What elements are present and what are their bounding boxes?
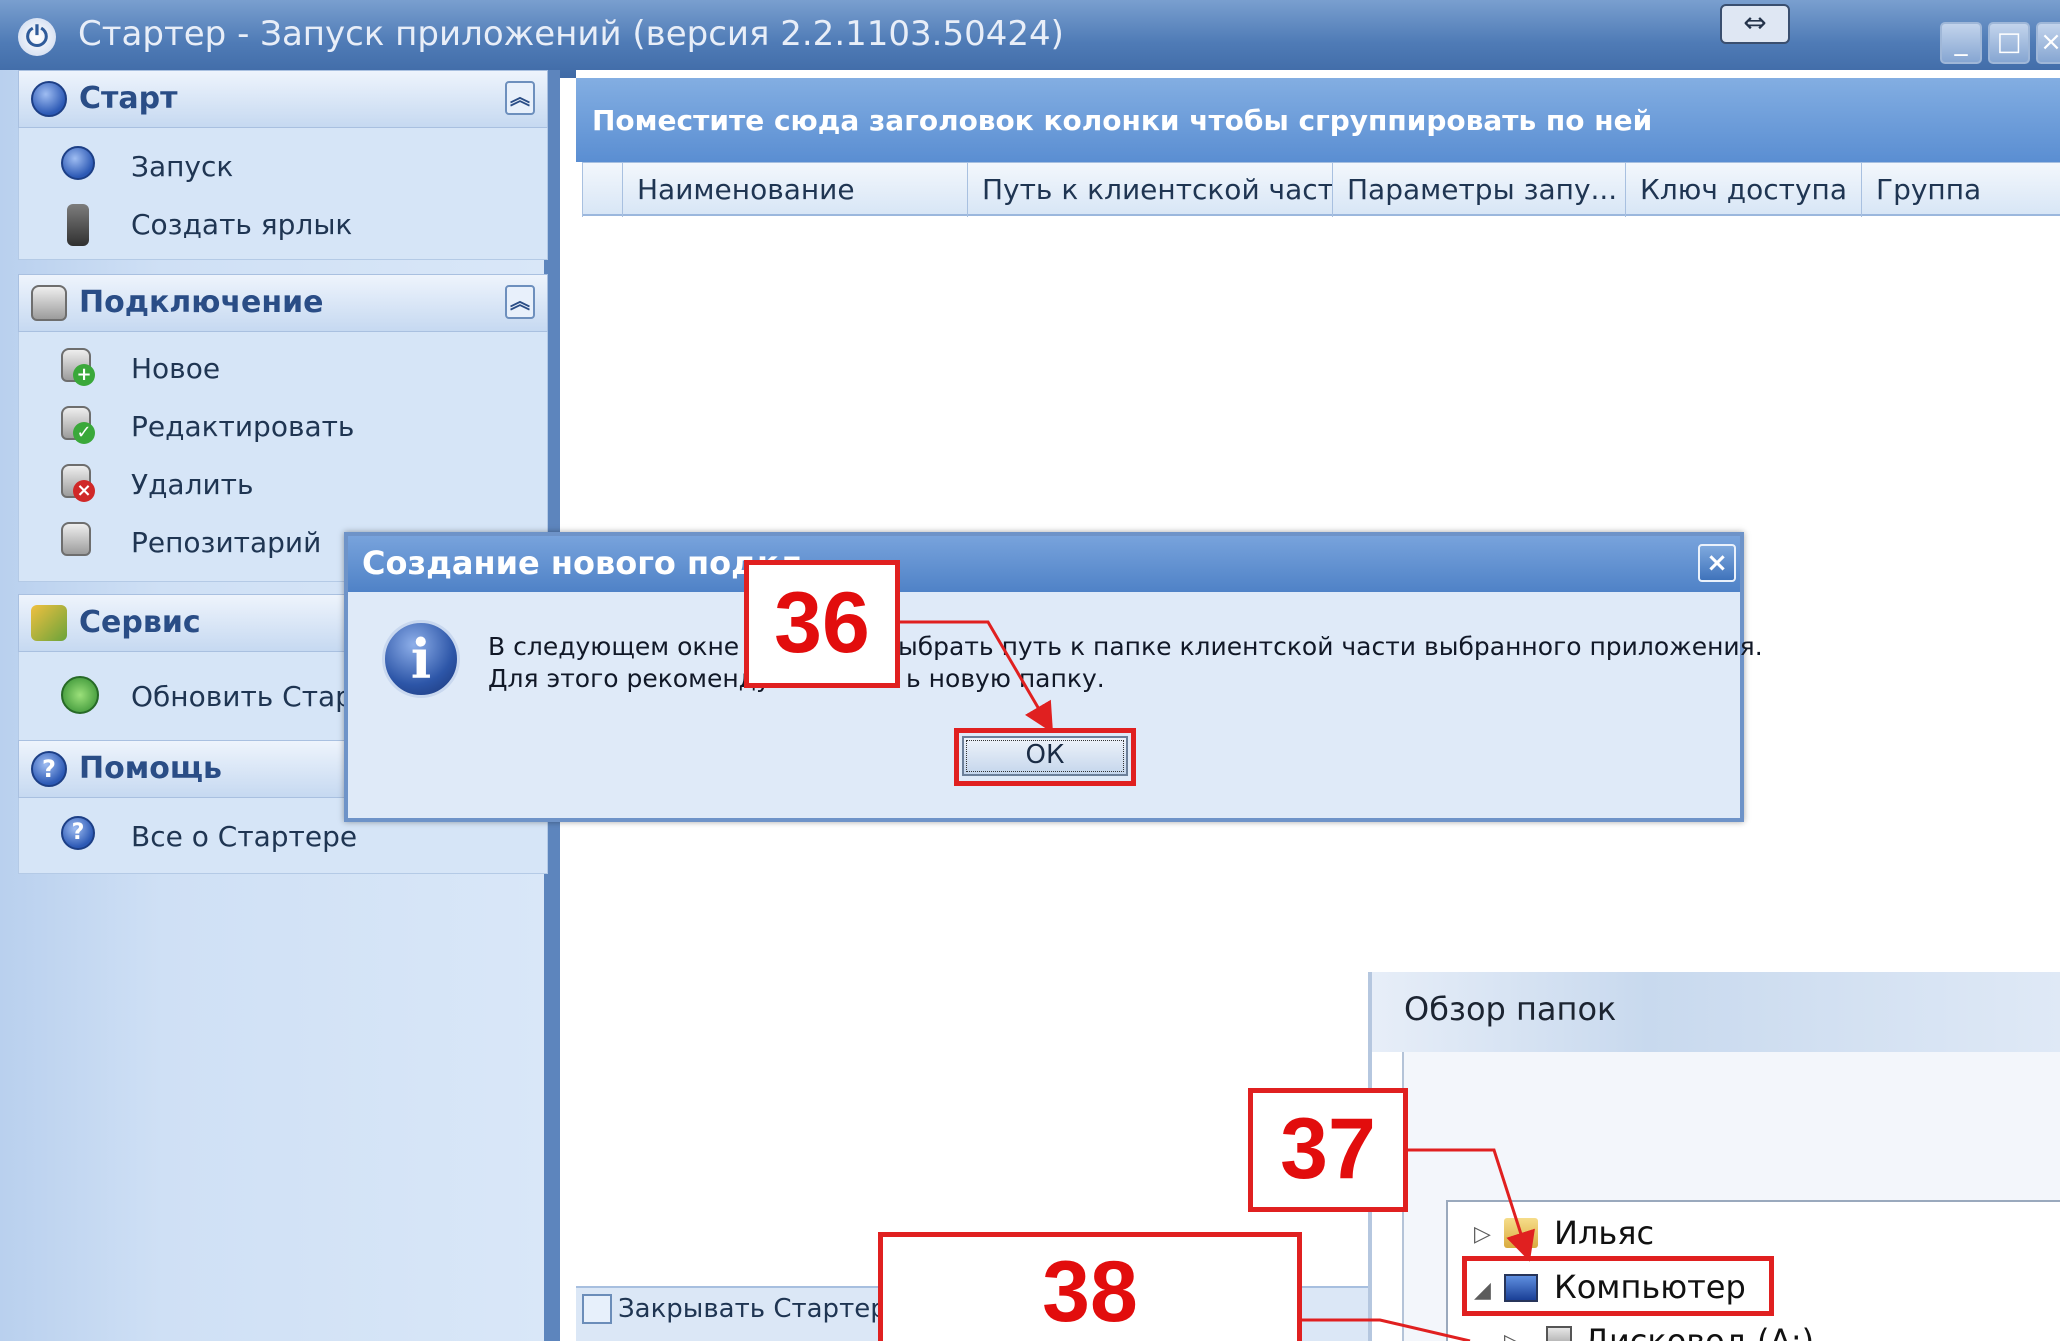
database-delete-icon: × bbox=[61, 464, 95, 502]
row-indicator-header bbox=[582, 163, 622, 217]
nav-item-label: Новое bbox=[131, 352, 221, 385]
nav-item-label: Запуск bbox=[131, 150, 234, 183]
nav-item-run[interactable]: Запуск bbox=[19, 140, 547, 190]
window-title: Стартер - Запуск приложений (версия 2.2.… bbox=[78, 14, 1064, 54]
nav-item-new[interactable]: + Новое bbox=[19, 342, 547, 392]
dialog-close-button[interactable]: × bbox=[1698, 544, 1736, 582]
close-starter-checkbox[interactable] bbox=[582, 1294, 612, 1324]
nav-item-label: Создать ярлык bbox=[131, 208, 353, 241]
minimize-button[interactable]: _ bbox=[1940, 22, 1982, 64]
section-title: Старт bbox=[79, 81, 178, 116]
section-title: Помощь bbox=[79, 751, 222, 786]
section-header-start[interactable]: Старт ︽ bbox=[18, 70, 548, 128]
section-body-start: Запуск Создать ярлык bbox=[18, 128, 548, 260]
nav-item-edit[interactable]: ✓ Редактировать bbox=[19, 400, 547, 450]
nav-item-label: Репозитарий bbox=[131, 526, 322, 559]
tree-item-user[interactable]: Ильяс bbox=[1554, 1214, 1654, 1252]
group-by-prompt: Поместите сюда заголовок колонки чтобы с… bbox=[592, 104, 1653, 137]
shortcut-icon bbox=[67, 204, 89, 246]
floppy-drive-icon bbox=[1546, 1326, 1572, 1341]
column-header-name[interactable]: Наименование bbox=[622, 163, 967, 217]
refresh-icon bbox=[61, 676, 99, 714]
highlight-computer-item bbox=[1462, 1256, 1774, 1316]
column-header-launch-params[interactable]: Параметры запу... bbox=[1332, 163, 1625, 217]
nav-item-create-shortcut[interactable]: Создать ярлык bbox=[19, 198, 547, 248]
collapse-chevron-icon[interactable]: ︽ bbox=[505, 285, 535, 319]
dialog-message-line1-end: ыбрать путь к папке клиентской части выб… bbox=[898, 632, 1763, 661]
close-button[interactable]: × bbox=[2036, 22, 2060, 64]
dialog-message-line2-end: ь новую папку. bbox=[906, 664, 1105, 693]
expand-arrow-icon[interactable]: ▷ bbox=[1504, 1330, 1521, 1341]
service-tools-icon bbox=[31, 605, 67, 641]
power-icon: ⏻ bbox=[18, 18, 56, 56]
browse-dialog-title: Обзор папок bbox=[1404, 990, 1617, 1028]
user-folder-icon bbox=[1504, 1218, 1538, 1248]
expand-arrow-icon[interactable]: ▷ bbox=[1474, 1222, 1491, 1247]
help-circle-icon: ? bbox=[31, 751, 67, 787]
info-icon: i bbox=[382, 620, 460, 698]
close-starter-label: Закрывать Стартер п bbox=[618, 1294, 912, 1324]
step-label-38: 38 bbox=[878, 1232, 1302, 1341]
dialog-message-line1-start: В следующем окне н bbox=[488, 632, 764, 661]
grid-column-header-row: Наименование Путь к клиентской части Пар… bbox=[582, 162, 2060, 217]
collapse-chevron-icon[interactable]: ︽ bbox=[505, 81, 535, 115]
start-circle-icon bbox=[31, 81, 67, 117]
run-circle-icon bbox=[61, 146, 95, 180]
resize-icon[interactable]: ⇔ bbox=[1720, 4, 1790, 44]
nav-item-label: Редактировать bbox=[131, 410, 355, 443]
database-repo-icon bbox=[61, 522, 91, 556]
step-label-36: 36 bbox=[744, 560, 900, 688]
nav-item-label: Все о Стартере bbox=[131, 820, 358, 853]
step-label-37: 37 bbox=[1248, 1088, 1408, 1212]
dialog-message-line2-start: Для этого рекоменду bbox=[488, 664, 771, 693]
database-icon bbox=[31, 285, 67, 321]
section-title: Подключение bbox=[79, 285, 324, 320]
help-icon: ? bbox=[61, 816, 95, 850]
maximize-button[interactable]: □ bbox=[1988, 22, 2030, 64]
column-header-client-path[interactable]: Путь к клиентской части bbox=[967, 163, 1332, 217]
nav-item-delete[interactable]: × Удалить bbox=[19, 458, 547, 508]
nav-item-label: Удалить bbox=[131, 468, 254, 501]
section-title: Сервис bbox=[79, 605, 201, 640]
database-edit-icon: ✓ bbox=[61, 406, 95, 444]
section-header-connection[interactable]: Подключение ︽ bbox=[18, 274, 548, 332]
column-header-access-key[interactable]: Ключ доступа bbox=[1625, 163, 1861, 217]
dialog-title: Создание нового подкл bbox=[362, 544, 803, 582]
column-header-group[interactable]: Группа bbox=[1861, 163, 2060, 217]
database-add-icon: + bbox=[61, 348, 95, 386]
tree-item-floppy[interactable]: Дисковод (A:) bbox=[1584, 1322, 1814, 1341]
highlight-ok-button bbox=[954, 728, 1136, 786]
